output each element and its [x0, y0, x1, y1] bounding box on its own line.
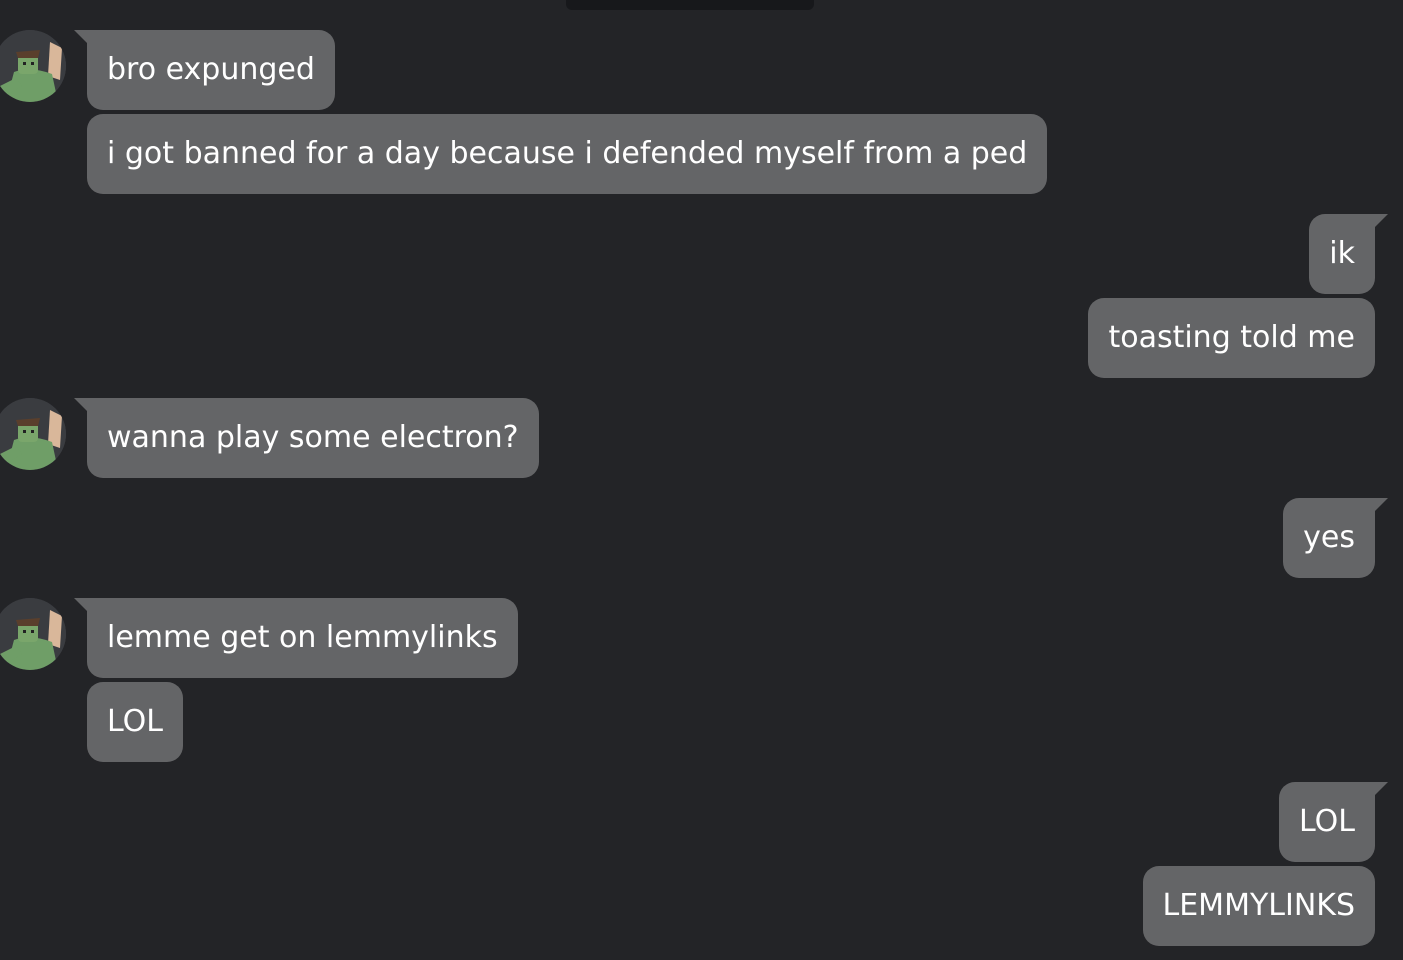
- roblox-avatar-icon: [0, 598, 66, 670]
- message-outgoing[interactable]: LEMMYLINKS: [1142, 866, 1375, 946]
- roblox-avatar-icon: [0, 398, 66, 470]
- contact-avatar[interactable]: [0, 398, 66, 470]
- contact-avatar[interactable]: [0, 30, 66, 102]
- message-incoming[interactable]: i got banned for a day because i defende…: [87, 114, 1048, 194]
- message-outgoing[interactable]: toasting told me: [1088, 298, 1375, 378]
- message-incoming[interactable]: LOL: [87, 682, 183, 762]
- message-outgoing[interactable]: yes: [1283, 498, 1388, 578]
- contact-avatar[interactable]: [0, 598, 66, 670]
- top-handle: [566, 0, 814, 10]
- roblox-avatar-icon: [0, 30, 66, 102]
- message-incoming[interactable]: wanna play some electron?: [74, 398, 539, 478]
- message-incoming[interactable]: bro expunged: [74, 30, 335, 110]
- message-outgoing[interactable]: ik: [1309, 214, 1388, 294]
- message-incoming[interactable]: lemme get on lemmylinks: [74, 598, 518, 678]
- message-outgoing[interactable]: LOL: [1279, 782, 1388, 862]
